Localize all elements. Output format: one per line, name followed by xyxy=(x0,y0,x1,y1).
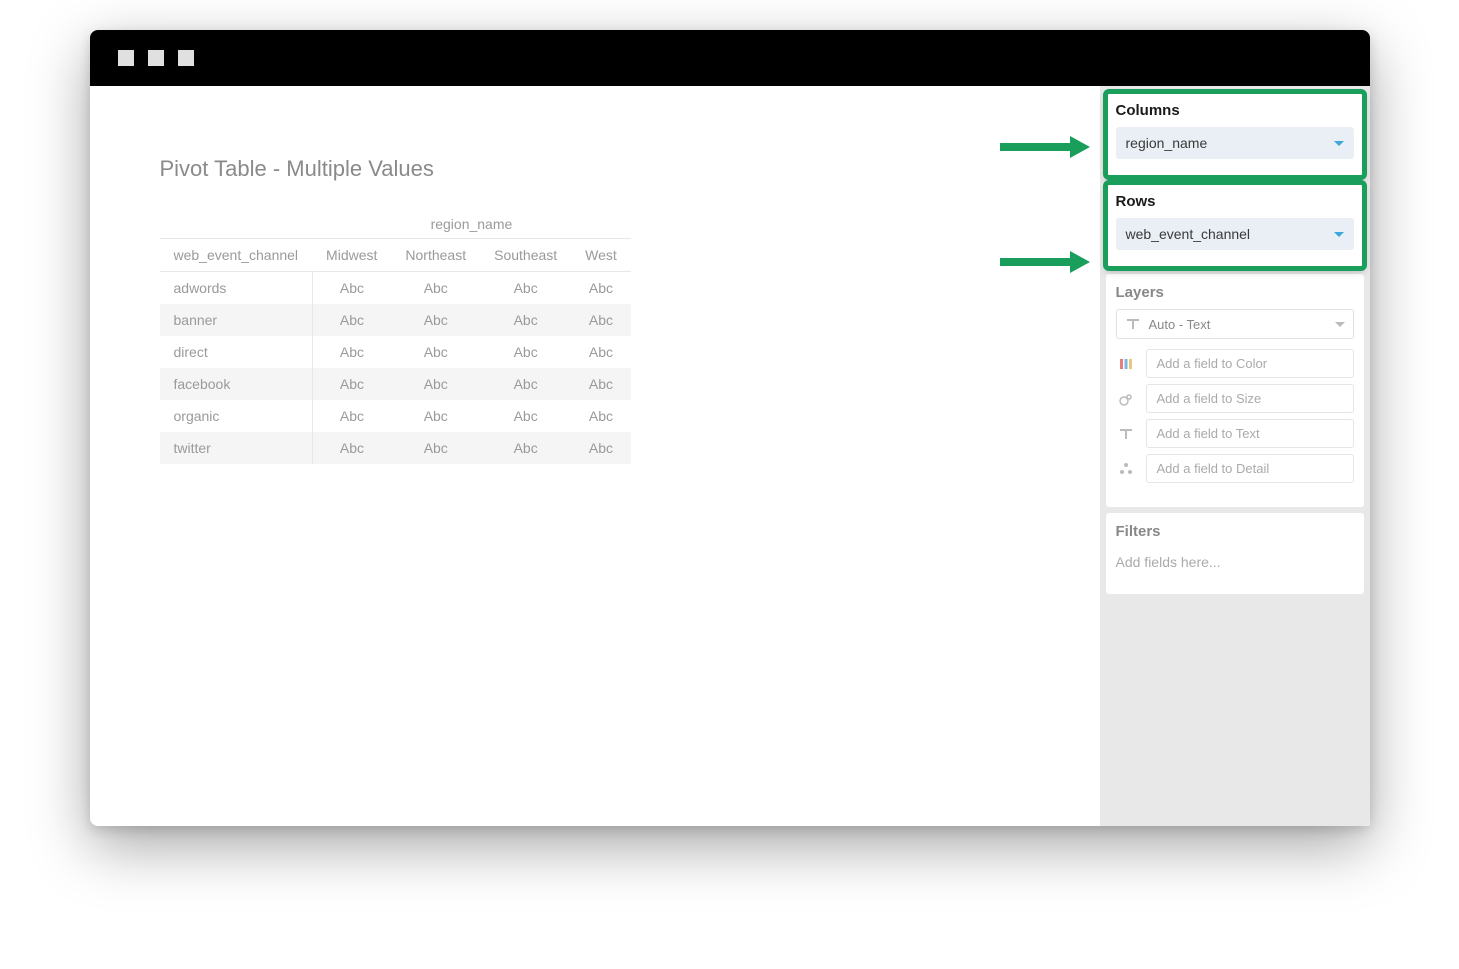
window-control-1[interactable] xyxy=(118,50,134,66)
cell: Abc xyxy=(571,336,631,368)
layer-type-label: Auto - Text xyxy=(1149,317,1327,332)
columns-panel: Columns region_name xyxy=(1106,92,1364,177)
row-label: facebook xyxy=(160,368,313,400)
caret-down-icon xyxy=(1334,232,1344,237)
pivot-top-header: region_name xyxy=(312,210,631,239)
pivot-table: region_name web_event_channel Midwest No… xyxy=(160,210,1060,464)
table-row: twitterAbcAbcAbcAbc xyxy=(160,432,631,464)
detail-field-slot[interactable]: Add a field to Detail xyxy=(1146,454,1354,483)
rows-field-pill[interactable]: web_event_channel xyxy=(1116,218,1354,250)
cell: Abc xyxy=(571,400,631,432)
cell: Abc xyxy=(312,272,391,305)
pivot-col-header: Midwest xyxy=(312,239,391,272)
cell: Abc xyxy=(312,368,391,400)
rows-heading: Rows xyxy=(1116,193,1354,210)
pivot-col-header: Northeast xyxy=(391,239,480,272)
layers-panel: Layers Auto - Text xyxy=(1106,274,1364,507)
color-icon xyxy=(1116,354,1136,374)
callout-arrow-rows xyxy=(1000,251,1090,273)
table-row: directAbcAbcAbcAbc xyxy=(160,336,631,368)
columns-heading: Columns xyxy=(1116,102,1354,119)
cell: Abc xyxy=(480,432,571,464)
cell: Abc xyxy=(391,368,480,400)
size-field-row: Add a field to Size xyxy=(1116,384,1354,413)
columns-field-label: region_name xyxy=(1126,135,1208,151)
cell: Abc xyxy=(571,272,631,305)
layers-heading: Layers xyxy=(1116,284,1354,301)
table-row: adwordsAbcAbcAbcAbc xyxy=(160,272,631,305)
text-field-slot[interactable]: Add a field to Text xyxy=(1146,419,1354,448)
text-icon xyxy=(1116,424,1136,444)
color-field-row: Add a field to Color xyxy=(1116,349,1354,378)
caret-down-icon xyxy=(1334,141,1344,146)
cell: Abc xyxy=(312,304,391,336)
cell: Abc xyxy=(480,400,571,432)
detail-field-row: Add a field to Detail xyxy=(1116,454,1354,483)
size-field-slot[interactable]: Add a field to Size xyxy=(1146,384,1354,413)
columns-field-pill[interactable]: region_name xyxy=(1116,127,1354,159)
table-row: bannerAbcAbcAbcAbc xyxy=(160,304,631,336)
caret-down-icon xyxy=(1335,322,1345,327)
cell: Abc xyxy=(312,336,391,368)
detail-icon xyxy=(1116,459,1136,479)
rows-panel: Rows web_event_channel xyxy=(1106,183,1364,268)
text-field-row: Add a field to Text xyxy=(1116,419,1354,448)
window-control-3[interactable] xyxy=(178,50,194,66)
config-sidebar: Columns region_name Rows web_event_chann… xyxy=(1100,86,1370,826)
table-row: facebookAbcAbcAbcAbc xyxy=(160,368,631,400)
pivot-col-header: Southeast xyxy=(480,239,571,272)
cell: Abc xyxy=(312,432,391,464)
row-label: adwords xyxy=(160,272,313,305)
cell: Abc xyxy=(571,304,631,336)
cell: Abc xyxy=(391,336,480,368)
filters-panel: Filters Add fields here... xyxy=(1106,513,1364,594)
main-area: Pivot Table - Multiple Values region_nam… xyxy=(90,86,1100,826)
cell: Abc xyxy=(480,336,571,368)
titlebar xyxy=(90,30,1370,86)
filters-heading: Filters xyxy=(1116,523,1354,540)
row-label: banner xyxy=(160,304,313,336)
body: Pivot Table - Multiple Values region_nam… xyxy=(90,86,1370,826)
row-label: twitter xyxy=(160,432,313,464)
text-icon xyxy=(1125,316,1141,332)
filters-placeholder[interactable]: Add fields here... xyxy=(1116,548,1354,576)
cell: Abc xyxy=(480,368,571,400)
cell: Abc xyxy=(391,400,480,432)
cell: Abc xyxy=(480,304,571,336)
window-control-2[interactable] xyxy=(148,50,164,66)
callout-arrow-columns xyxy=(1000,136,1090,158)
pivot-row-header: web_event_channel xyxy=(160,239,313,272)
cell: Abc xyxy=(571,432,631,464)
cell: Abc xyxy=(391,272,480,305)
row-label: direct xyxy=(160,336,313,368)
cell: Abc xyxy=(480,272,571,305)
color-field-slot[interactable]: Add a field to Color xyxy=(1146,349,1354,378)
cell: Abc xyxy=(571,368,631,400)
app-window: Pivot Table - Multiple Values region_nam… xyxy=(90,30,1370,826)
pivot-col-header: West xyxy=(571,239,631,272)
size-icon xyxy=(1116,389,1136,409)
layer-type-selector[interactable]: Auto - Text xyxy=(1116,309,1354,339)
chart-title: Pivot Table - Multiple Values xyxy=(160,156,1060,182)
table-row: organicAbcAbcAbcAbc xyxy=(160,400,631,432)
rows-field-label: web_event_channel xyxy=(1126,226,1251,242)
cell: Abc xyxy=(391,304,480,336)
cell: Abc xyxy=(312,400,391,432)
row-label: organic xyxy=(160,400,313,432)
cell: Abc xyxy=(391,432,480,464)
